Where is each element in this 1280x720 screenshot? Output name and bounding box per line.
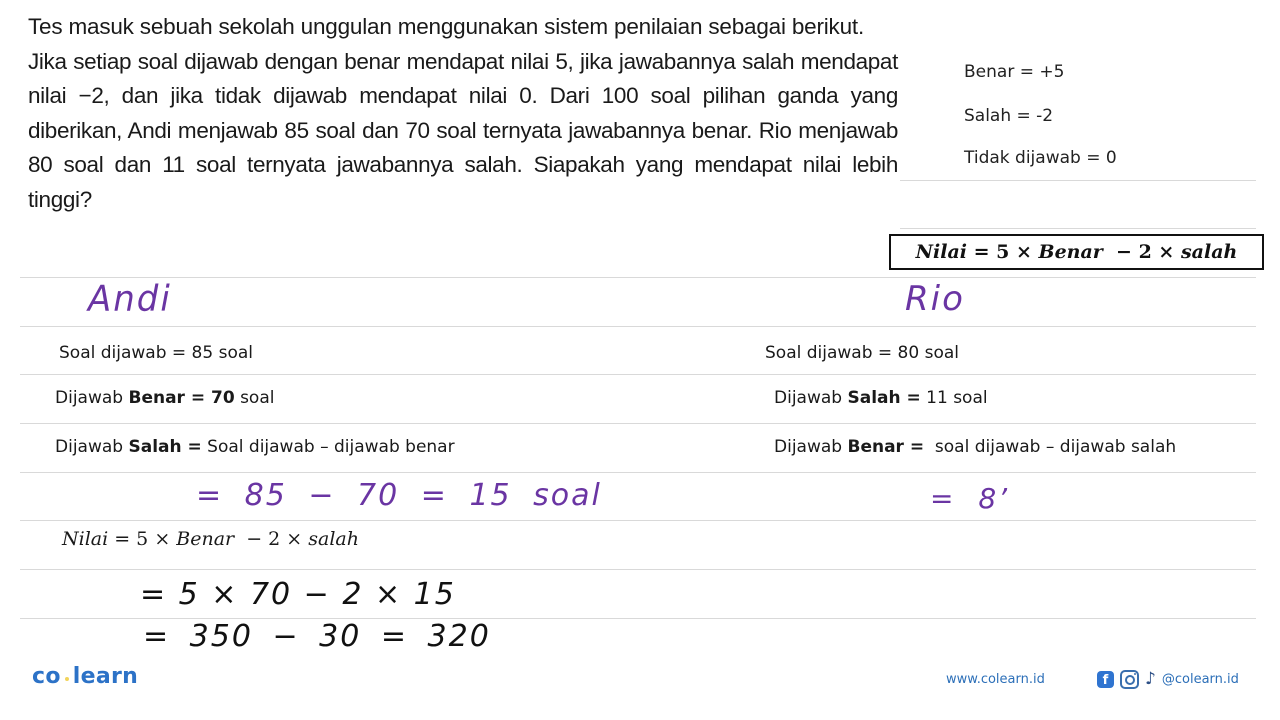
rule-tidak-dijawab: Tidak dijawab = 0 [964,148,1117,168]
handwritten-name-rio: Rio [905,279,965,319]
rule-salah: Salah = -2 [964,106,1054,126]
row-prefix: Dijawab [55,388,129,408]
divider [20,374,1256,375]
formula-eq: = 5 × [967,241,1039,263]
formula-op: − 2 × [234,528,309,550]
handwritten-andi-step-1: = 5 × 70 − 2 × 15 [140,577,456,612]
handwritten-andi-step-2: = 350 − 30 = 320 [143,619,491,654]
colearn-logo: co learn [32,664,138,689]
formula-term-benar: Benar [1038,241,1103,263]
rule-benar: Benar = +5 [964,62,1065,82]
formula-lhs: Nilai [915,241,967,263]
divider [20,277,1256,278]
handwritten-rio-benar-calc: = 8’ [930,482,1010,515]
row-bold: Benar = [847,437,925,457]
divider [900,228,1256,229]
andi-score-formula: Nilai = 5 × Benar − 2 × salah [62,528,359,550]
row-bold: Salah = [128,437,202,457]
formula-op: − 2 × [1102,241,1181,263]
row-prefix: Dijawab [774,437,848,457]
logo-text-learn: learn [72,664,139,689]
logo-dot [64,676,69,681]
row-suffix: 11 soal [920,388,988,408]
andi-dijawab-salah: Dijawab Salah = Soal dijawab – dijawab b… [55,437,455,457]
divider [20,569,1256,570]
rio-dijawab-benar: Dijawab Benar = soal dijawab – dijawab s… [774,437,1176,457]
social-links: f ♪ @colearn.id [1097,670,1239,689]
row-suffix: Soal dijawab – dijawab benar [201,437,455,457]
divider [20,423,1256,424]
question-paragraph-2: Jika setiap soal dijawab dengan benar me… [28,48,898,212]
divider [900,180,1256,181]
website-link[interactable]: www.colearn.id [946,672,1045,687]
facebook-icon[interactable]: f [1097,671,1114,688]
divider [20,472,1256,473]
rio-soal-dijawab: Soal dijawab = 80 soal [765,343,959,363]
row-prefix: Dijawab [55,437,129,457]
tiktok-icon[interactable]: ♪ [1145,671,1156,688]
handwritten-andi-salah-calc: = 85 − 70 = 15 soal [196,478,602,513]
handwritten-name-andi: Andi [88,278,172,320]
row-suffix: soal [234,388,275,408]
formula-lhs: Nilai [62,528,109,550]
formula-term-salah: salah [308,528,360,550]
logo-text-co: co [32,664,61,689]
question-text: Tes masuk sebuah sekolah unggulan menggu… [28,10,898,217]
row-bold: Benar = 70 [128,388,235,408]
score-formula-box: Nilai = 5 × Benar − 2 × salah [889,234,1264,270]
formula-term-salah: salah [1180,241,1238,263]
instagram-icon[interactable] [1120,670,1139,689]
row-suffix: soal dijawab – dijawab salah [924,437,1177,457]
andi-dijawab-benar: Dijawab Benar = 70 soal [55,388,274,408]
divider [20,326,1256,327]
formula-term-benar: Benar [176,528,235,550]
question-paragraph-1: Tes masuk sebuah sekolah unggulan menggu… [28,14,865,39]
row-bold: Salah = [847,388,921,408]
row-prefix: Dijawab [774,388,848,408]
rio-dijawab-salah: Dijawab Salah = 11 soal [774,388,988,408]
formula-eq: = 5 × [108,528,177,550]
social-handle[interactable]: @colearn.id [1162,672,1239,687]
andi-soal-dijawab: Soal dijawab = 85 soal [59,343,253,363]
divider [20,520,1256,521]
